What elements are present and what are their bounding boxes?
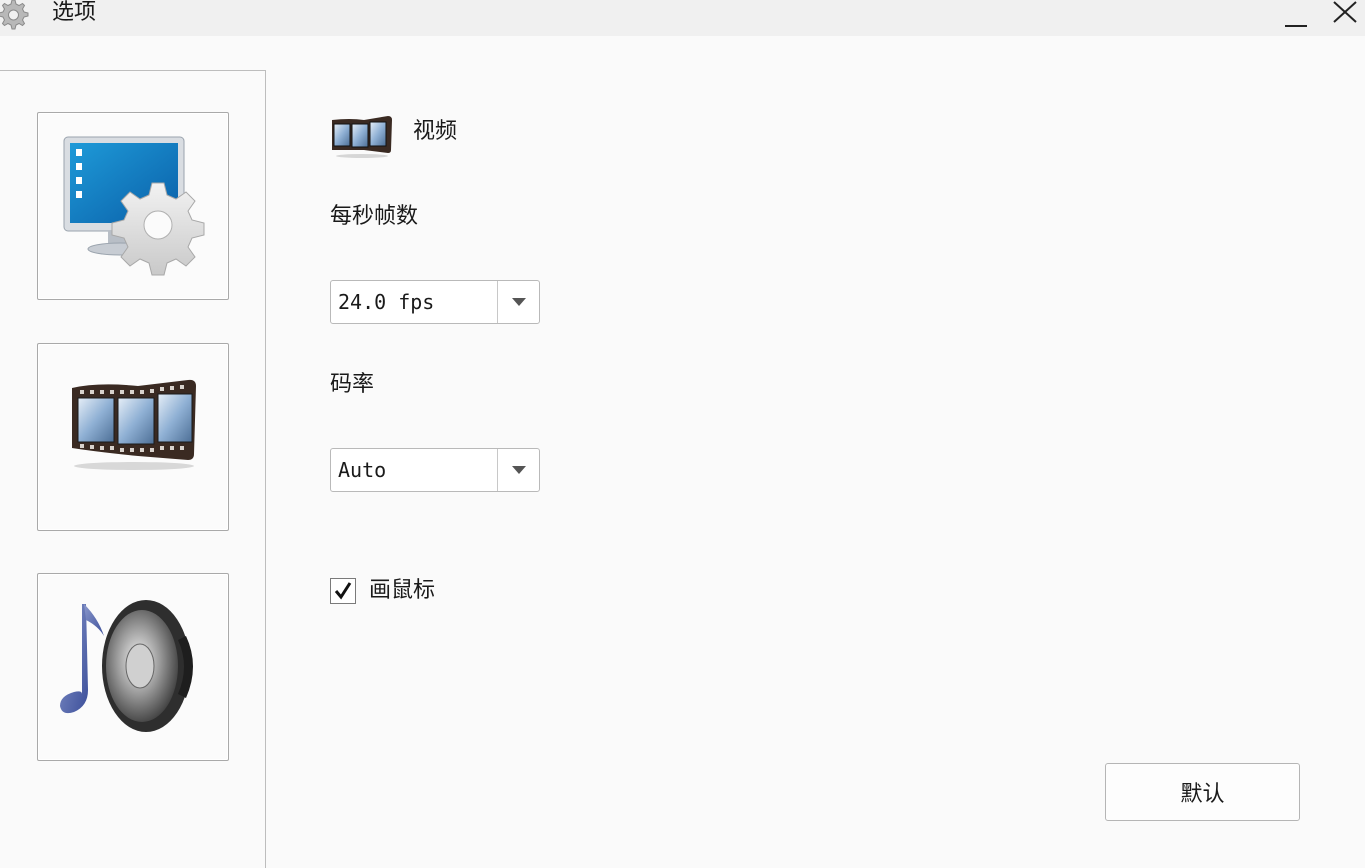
minimize-button[interactable] (1274, 0, 1318, 36)
chevron-down-icon (512, 466, 526, 474)
options-window: 选项 视频 每秒帧数 24.0 fps 码率 Auto 画鼠标 默认 (0, 0, 1365, 868)
section-title: 视频 (413, 119, 458, 144)
fps-select-value: 24.0 fps (338, 290, 435, 314)
nav-display-settings[interactable] (37, 112, 229, 300)
close-button[interactable] (1323, 0, 1365, 36)
close-icon (1323, 1, 1365, 40)
fps-dropdown-button[interactable] (497, 281, 539, 323)
minimize-icon (1274, 21, 1318, 40)
fps-select[interactable]: 24.0 fps (330, 280, 540, 324)
window-title: 选项 (52, 0, 97, 25)
draw-cursor-checkbox[interactable] (330, 578, 356, 604)
title-bar[interactable]: 选项 (0, 0, 1365, 36)
fps-label: 每秒帧数 (330, 204, 419, 229)
bitrate-label: 码率 (330, 372, 375, 397)
nav-video[interactable] (37, 343, 229, 531)
bitrate-select[interactable]: Auto (330, 448, 540, 492)
draw-cursor-label[interactable]: 画鼠标 (369, 576, 435, 606)
gear-icon (0, 0, 30, 34)
nav-audio[interactable] (37, 573, 229, 761)
bitrate-select-value: Auto (338, 458, 387, 482)
default-button[interactable]: 默认 (1105, 763, 1300, 821)
chevron-down-icon (512, 298, 526, 306)
film-strip-icon (330, 112, 394, 160)
bitrate-dropdown-button[interactable] (497, 449, 539, 491)
checkmark-icon (334, 582, 352, 600)
